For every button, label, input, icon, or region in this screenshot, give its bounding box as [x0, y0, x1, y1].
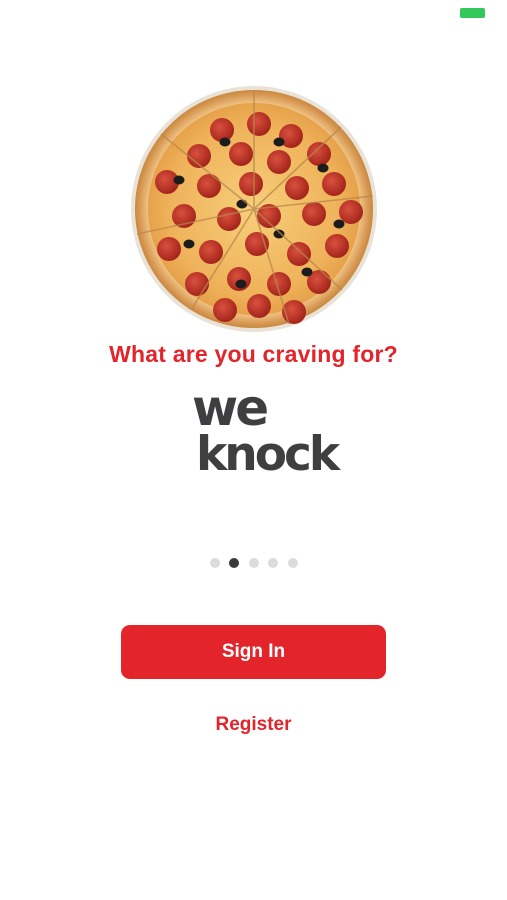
battery-icon — [460, 8, 485, 18]
page-dot[interactable] — [287, 558, 298, 568]
logo-line2: knock — [196, 427, 342, 478]
tagline: What are you craving for? — [109, 341, 398, 367]
page-dot-active[interactable] — [229, 558, 239, 568]
page-dot[interactable] — [248, 558, 259, 568]
pizza-image — [129, 84, 379, 334]
register-link[interactable]: Register — [0, 714, 507, 736]
weknock-logo: we knock — [190, 383, 350, 478]
page-indicator[interactable] — [0, 558, 507, 568]
page-dot[interactable] — [268, 558, 278, 568]
page-dot[interactable] — [209, 558, 220, 568]
sign-in-button[interactable]: Sign In — [121, 625, 386, 679]
